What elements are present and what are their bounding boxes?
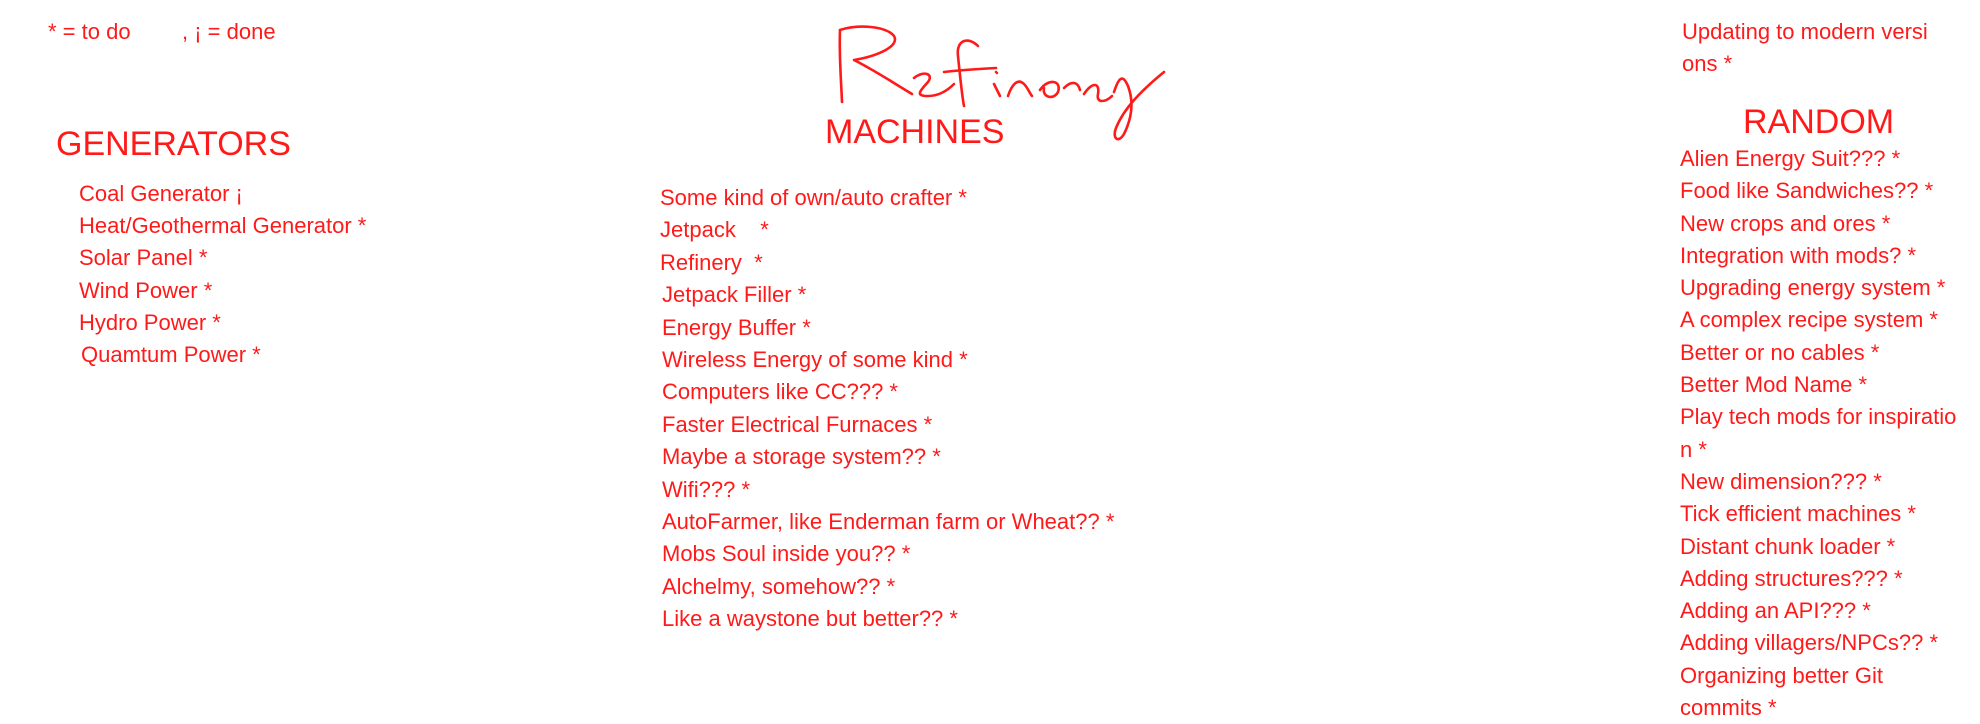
generator-item: Wind Power * <box>79 277 213 303</box>
random-item: Integration with mods? * <box>1680 242 1917 268</box>
machine-item: Like a waystone but better?? * <box>662 606 958 632</box>
random-item: Adding an API??? * <box>1680 598 1871 624</box>
machines-list: Some kind of own/auto crafter * Jetpack … <box>660 182 1114 636</box>
random-heading: RANDOM <box>1743 103 1895 141</box>
random-item: Better Mod Name * <box>1680 372 1868 398</box>
legend-todo: * = to do <box>48 19 131 44</box>
machine-item: Computers like CC??? * <box>662 379 898 405</box>
generators-heading: GENERATORS <box>56 125 291 163</box>
machine-item: Wireless Energy of some kind * <box>662 347 968 373</box>
generator-item: Coal Generator ¡ <box>79 181 243 206</box>
machine-item: Jetpack Filler * <box>662 282 807 308</box>
machine-item: Alchelmy, somehow?? * <box>662 573 896 599</box>
generator-item: Hydro Power * <box>79 309 221 335</box>
machine-item: Refinery * <box>660 249 763 275</box>
random-item: Play tech mods for inspiration * <box>1680 404 1957 462</box>
random-item: Adding villagers/NPCs?? * <box>1680 630 1939 656</box>
machine-item: Faster Electrical Furnaces * <box>662 411 933 437</box>
random-item: Organizing better Git commits * <box>1680 662 1883 721</box>
random-item: New dimension??? * <box>1680 468 1882 494</box>
generator-item: Solar Panel * <box>79 245 208 271</box>
legend-done: , ¡ = done <box>182 19 276 44</box>
machine-item: Energy Buffer * <box>662 314 811 340</box>
machines-heading: MACHINES <box>825 113 1005 151</box>
random-item: Tick efficient machines * <box>1680 501 1916 527</box>
random-item: A complex recipe system * <box>1680 307 1938 333</box>
machine-item: Mobs Soul inside you?? * <box>662 541 911 567</box>
random-item: Food like Sandwiches?? * <box>1680 178 1934 204</box>
updating-note: Updating to modern versions * <box>1682 19 1928 76</box>
generators-list: Coal Generator ¡ Heat/Geothermal Generat… <box>79 178 366 371</box>
random-item: Alien Energy Suit??? * <box>1680 146 1901 171</box>
machine-item: Some kind of own/auto crafter * <box>660 185 967 210</box>
random-item: Distant chunk loader * <box>1680 533 1896 559</box>
random-item: Upgrading energy system * <box>1680 275 1946 301</box>
random-list: Alien Energy Suit??? * Food like Sandwic… <box>1680 143 1978 724</box>
notes-canvas: * = to do , ¡ = done GENERATORS Coal Gen… <box>0 0 1980 720</box>
machine-item: Jetpack * <box>660 217 769 243</box>
random-item: New crops and ores * <box>1680 210 1891 236</box>
generator-item: Quamtum Power * <box>81 342 261 368</box>
machine-item: Wifi??? * <box>662 476 751 502</box>
machine-item: Maybe a storage system?? * <box>662 444 941 470</box>
random-item: Better or no cables * <box>1680 339 1880 365</box>
machine-item: AutoFarmer, like Enderman farm or Wheat?… <box>662 509 1115 535</box>
generator-item: Heat/Geothermal Generator * <box>79 213 367 239</box>
random-item: Adding structures??? * <box>1680 565 1903 591</box>
